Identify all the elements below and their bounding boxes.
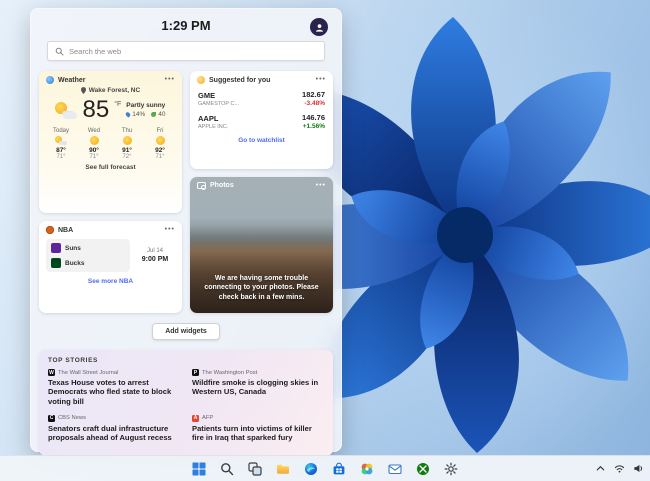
stocks-widget[interactable]: Suggested for you ••• GME GAMESTOP C... … bbox=[190, 71, 333, 169]
game-time: 9:00 PM bbox=[135, 256, 175, 263]
system-tray bbox=[593, 455, 645, 481]
avatar[interactable] bbox=[310, 18, 328, 36]
washington-post-icon: P bbox=[192, 369, 199, 376]
edge-button[interactable] bbox=[300, 459, 322, 479]
nba-title: NBA bbox=[58, 227, 161, 234]
start-button[interactable] bbox=[188, 459, 210, 479]
suns-logo bbox=[51, 243, 61, 253]
search-bar[interactable] bbox=[47, 41, 325, 61]
settings-button[interactable] bbox=[440, 459, 462, 479]
wifi-icon[interactable] bbox=[612, 460, 626, 476]
camera-icon bbox=[197, 182, 206, 189]
air-quality: 40 bbox=[158, 111, 165, 118]
team-row: Bucks bbox=[51, 258, 125, 268]
stock-row[interactable]: AAPL APPLE INC. 146.76 +1.56% bbox=[190, 110, 333, 133]
store-icon bbox=[332, 462, 346, 476]
xbox-button[interactable] bbox=[412, 459, 434, 479]
forecast-day: Today 87° 71° bbox=[49, 128, 73, 160]
taskbar-search-button[interactable] bbox=[216, 459, 238, 479]
current-temp: 85 bbox=[82, 98, 109, 122]
weather-icon bbox=[46, 76, 54, 84]
widgets-grid: Weather ••• Wake Forest, NC 85 °F bbox=[31, 71, 341, 313]
stock-change-negative: -3.48% bbox=[302, 100, 325, 107]
suggestion-icon bbox=[197, 76, 205, 84]
top-stories-card: TOP STORIES W The Wall Street Journal Te… bbox=[39, 350, 333, 456]
add-widgets-button[interactable]: Add widgets bbox=[152, 323, 220, 340]
game-date: Jul 14 bbox=[135, 248, 175, 254]
photos-widget[interactable]: Photos ••• We are having some trouble co… bbox=[190, 177, 333, 313]
search-icon bbox=[55, 47, 64, 56]
news-story[interactable]: P The Washington Post Wildfire smoke is … bbox=[192, 369, 324, 406]
news-story[interactable]: W The Wall Street Journal Texas House vo… bbox=[48, 369, 180, 406]
more-options-icon[interactable]: ••• bbox=[165, 78, 175, 82]
task-view-icon bbox=[248, 462, 262, 476]
sunny-icon bbox=[123, 136, 132, 145]
forecast-day: Wed 90° 71° bbox=[82, 128, 106, 160]
store-button[interactable] bbox=[328, 459, 350, 479]
photos-app-icon bbox=[360, 462, 374, 476]
partly-sunny-icon bbox=[55, 136, 67, 145]
stocks-title: Suggested for you bbox=[209, 77, 312, 84]
wsj-icon: W bbox=[48, 369, 55, 376]
basketball-icon bbox=[46, 226, 54, 234]
windows-logo-icon bbox=[192, 462, 206, 476]
cbs-news-icon: C bbox=[48, 415, 55, 422]
sunny-icon bbox=[90, 136, 99, 145]
file-explorer-button[interactable] bbox=[272, 459, 294, 479]
more-options-icon[interactable]: ••• bbox=[165, 228, 175, 232]
volume-icon[interactable] bbox=[631, 460, 645, 476]
stock-row[interactable]: GME GAMESTOP C... 182.67 -3.48% bbox=[190, 87, 333, 110]
weather-title: Weather bbox=[58, 77, 161, 84]
go-to-watchlist-link[interactable]: Go to watchlist bbox=[190, 133, 333, 150]
air-quality-icon bbox=[151, 112, 156, 117]
see-full-forecast-link[interactable]: See full forecast bbox=[39, 160, 182, 177]
photos-error-message: We are having some trouble connecting to… bbox=[198, 274, 325, 303]
weather-condition: Partly sunny bbox=[126, 102, 165, 109]
location-pin-icon bbox=[81, 87, 86, 94]
tray-chevron-up-icon[interactable] bbox=[593, 460, 607, 476]
weather-widget[interactable]: Weather ••• Wake Forest, NC 85 °F bbox=[39, 71, 182, 213]
clock: 1:29 PM bbox=[31, 9, 341, 33]
photos-app-button[interactable] bbox=[356, 459, 378, 479]
task-view-button[interactable] bbox=[244, 459, 266, 479]
team-row: Suns bbox=[51, 243, 125, 253]
news-story[interactable]: C CBS News Senators craft dual infrastru… bbox=[48, 415, 180, 443]
search-input[interactable] bbox=[69, 47, 317, 56]
stock-change-positive: +1.56% bbox=[302, 123, 325, 130]
mail-button[interactable] bbox=[384, 459, 406, 479]
bucks-logo bbox=[51, 258, 61, 268]
person-icon bbox=[314, 22, 325, 33]
gear-icon bbox=[444, 462, 458, 476]
more-options-icon[interactable]: ••• bbox=[316, 78, 326, 82]
folder-icon bbox=[276, 462, 290, 476]
search-icon bbox=[220, 462, 234, 476]
nba-widget[interactable]: NBA ••• Suns Bucks bbox=[39, 221, 182, 313]
partly-sunny-icon bbox=[55, 102, 77, 119]
desktop: 1:29 PM Weather ••• bbox=[0, 0, 650, 481]
sunny-icon bbox=[156, 136, 165, 145]
matchup: Suns Bucks bbox=[46, 239, 130, 272]
photos-title: Photos bbox=[210, 182, 312, 189]
see-more-nba-link[interactable]: See more NBA bbox=[39, 274, 182, 291]
rain-icon bbox=[125, 111, 131, 117]
top-stories-title: TOP STORIES bbox=[48, 357, 324, 364]
forecast-row: Today 87° 71° Wed 90° 71° Thu bbox=[39, 124, 182, 160]
more-options-icon[interactable]: ••• bbox=[316, 184, 326, 188]
edge-icon bbox=[304, 462, 318, 476]
forecast-day: Thu 91° 72° bbox=[115, 128, 139, 160]
weather-location: Wake Forest, NC bbox=[39, 87, 182, 94]
news-story[interactable]: A AFP Patients turn into victims of kill… bbox=[192, 415, 324, 443]
temp-unit: °F bbox=[114, 101, 121, 108]
taskbar bbox=[0, 455, 650, 481]
forecast-day: Fri 92° 71° bbox=[148, 128, 172, 160]
widgets-panel: 1:29 PM Weather ••• bbox=[30, 8, 342, 452]
afp-icon: A bbox=[192, 415, 199, 422]
mail-icon bbox=[388, 462, 402, 476]
xbox-icon bbox=[416, 462, 430, 476]
rain-chance: 14% bbox=[132, 111, 145, 118]
